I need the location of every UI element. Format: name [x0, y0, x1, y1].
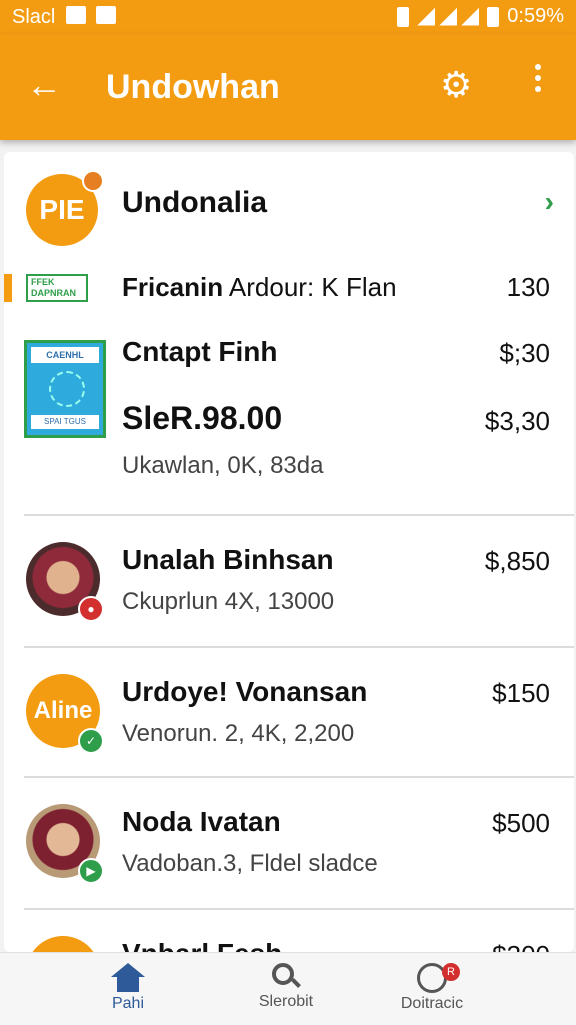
promo-label-rest: Ardour: K Flan	[223, 272, 397, 302]
item-name: Vnbarl Fesh	[122, 938, 282, 952]
pin-icon	[82, 170, 104, 192]
product-detail: Ukawlan, 0K, 83da	[122, 452, 324, 479]
item-price: $300	[492, 940, 550, 952]
signal-icon-2	[461, 7, 480, 26]
product-title[interactable]: Cntapt Finh	[122, 336, 278, 368]
list-item[interactable]: Aline ✓ Urdoye! Vonansan $150 Venorun. 2…	[4, 648, 574, 778]
item-price: $,850	[484, 546, 550, 576]
item-desc: Ckuprlun 4X, 13000	[122, 588, 335, 615]
status-time: 0:59%	[507, 5, 564, 27]
avatar-logo	[26, 936, 100, 952]
nav-home-label: Pahi	[111, 995, 145, 1012]
gear-icon[interactable]: ⚙	[440, 64, 472, 106]
product-price-1: $;30	[499, 338, 550, 368]
item-name: Urdoye! Vonansan	[122, 676, 368, 707]
promo-label-bold: Fricanin	[122, 272, 224, 302]
nav-notifications[interactable]: R Doitracic	[372, 959, 492, 1013]
item-desc: Vadoban.3, Fldel sladce	[122, 850, 378, 877]
nav-home[interactable]: Pahi	[68, 959, 188, 1013]
status-right: 0:59%	[397, 5, 564, 28]
product-image-emblem	[49, 371, 85, 407]
play-icon: ▶	[78, 858, 104, 884]
battery-icon	[487, 6, 500, 27]
home-icon	[111, 963, 145, 993]
arrow-left-icon[interactable]: ←	[26, 64, 62, 106]
nav-search[interactable]: Slerobit	[226, 959, 346, 1011]
list-item[interactable]: ▶ Noda Ivatan $500 Vadoban.3, Fldel slad…	[4, 778, 574, 908]
more-vert-icon[interactable]	[530, 64, 546, 92]
notification-icons	[66, 6, 116, 24]
list-card: PIE Undonalia › FFEK DAPNRAN Fricanin Ar…	[4, 152, 574, 952]
product-subtitle: SleR.98.00	[122, 400, 283, 436]
bottom-nav: Pahi Slerobit R Doitracic	[0, 952, 576, 1025]
store-header[interactable]: PIE Undonalia ›	[4, 152, 574, 262]
store-logo: PIE	[26, 170, 104, 246]
nav-search-label: Slerobit	[258, 993, 314, 1010]
promo-label: Fricanin Ardour: K Flan	[122, 272, 397, 303]
list-item[interactable]: ● Unalah Binhsan $,850 Ckuprlun 4X, 1300…	[4, 516, 574, 646]
signal-icons	[417, 7, 480, 26]
check-icon: ✓	[78, 728, 104, 754]
list-item[interactable]: Vnbarl Fesh $300	[4, 910, 574, 952]
product-image-bottom-label: SPAI TGUS	[31, 415, 99, 429]
product-price-2: $3,30	[484, 406, 550, 436]
item-name: Noda Ivatan	[122, 806, 281, 837]
wifi-icon	[417, 7, 436, 26]
status-bar: Slacl 0:59%	[0, 0, 576, 34]
chevron-right-icon[interactable]: ›	[545, 186, 554, 218]
product-image-top-label: CAENHL	[31, 347, 99, 363]
carrier-label: Slacl	[12, 6, 56, 28]
store-title: Undonalia	[122, 186, 268, 219]
item-name: Unalah Binhsan	[122, 544, 334, 575]
promo-tag: FFEK DAPNRAN	[4, 274, 88, 302]
item-price: $150	[492, 678, 550, 708]
photo-notification-icon	[66, 6, 86, 24]
promo-row[interactable]: FFEK DAPNRAN Fricanin Ardour: K Flan 130	[4, 260, 574, 316]
search-icon	[272, 963, 301, 991]
edit-notification-icon	[96, 6, 116, 24]
video-icon: ●	[78, 596, 104, 622]
app-title: Undowhan	[106, 68, 280, 106]
nav-notifications-label: Doitracic	[400, 995, 464, 1012]
avatar-logo-text: Aline	[33, 697, 93, 724]
store-logo-text: PIE	[39, 194, 85, 225]
product-image[interactable]: CAENHL SPAI TGUS	[24, 340, 106, 438]
item-desc: Venorun. 2, 4K, 2,200	[122, 720, 355, 747]
promo-price: 130	[506, 272, 550, 302]
app-bar: ← Undowhan ⚙	[0, 34, 576, 140]
notification-badge: R	[442, 963, 460, 981]
signal-icon	[439, 7, 458, 26]
sim-icon	[397, 6, 410, 27]
item-price: $500	[492, 808, 550, 838]
